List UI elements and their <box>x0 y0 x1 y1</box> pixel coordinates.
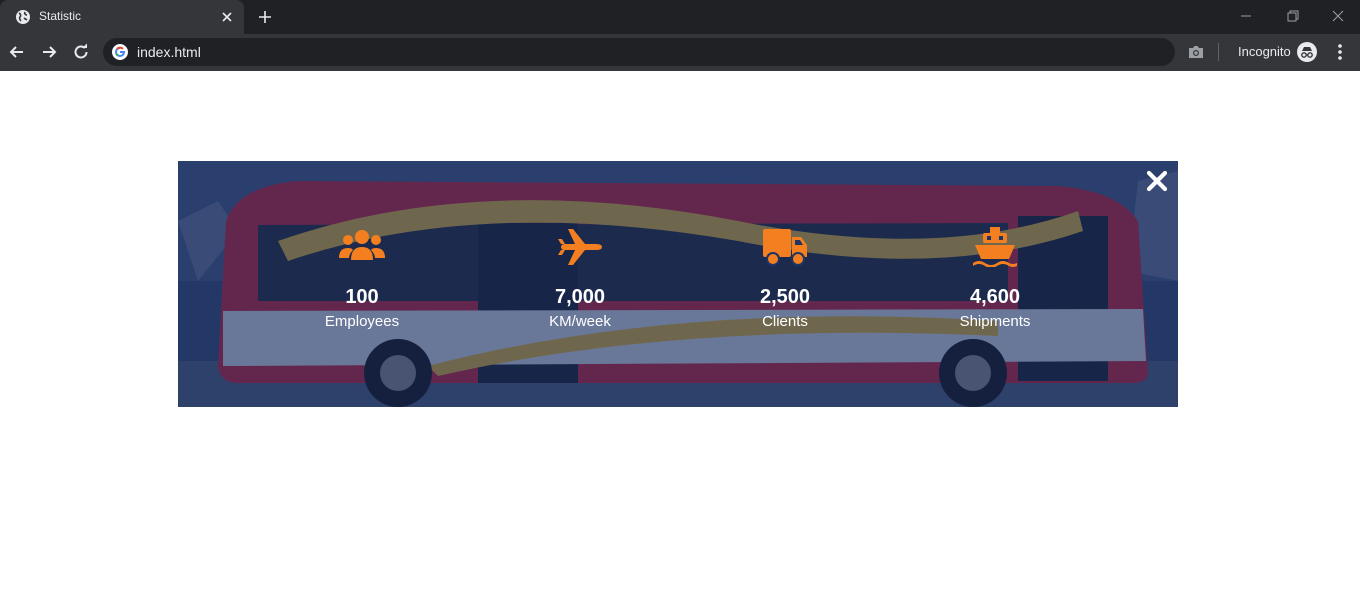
minimize-icon[interactable] <box>1234 5 1258 27</box>
stat-value: 100 <box>345 286 379 308</box>
toolbar-divider <box>1218 43 1219 61</box>
globe-icon <box>16 10 30 24</box>
camera-icon[interactable] <box>1187 44 1205 60</box>
stat-clients: 2,500 Clients <box>695 227 875 331</box>
google-icon <box>112 44 128 60</box>
incognito-label: Incognito <box>1238 44 1291 59</box>
airplane-icon <box>558 229 602 265</box>
stat-label: Shipments <box>959 313 1031 330</box>
users-icon <box>339 230 385 260</box>
stat-value: 7,000 <box>554 286 606 308</box>
statistics-banner: 100 Employees 7,000 KM/week 2,500 Client… <box>178 161 1178 407</box>
url-text: index.html <box>137 44 201 60</box>
new-tab-icon[interactable] <box>256 8 274 26</box>
more-menu-icon[interactable] <box>1332 43 1348 61</box>
close-tab-icon[interactable] <box>219 9 235 25</box>
truck-icon <box>763 229 807 266</box>
address-bar[interactable]: index.html <box>103 38 1175 66</box>
reload-icon[interactable] <box>71 42 91 62</box>
stat-label: KM/week <box>549 313 611 330</box>
stat-value: 4,600 <box>969 286 1021 308</box>
ship-icon <box>973 227 1017 267</box>
stat-value: 2,500 <box>759 286 811 308</box>
incognito-icon[interactable] <box>1297 42 1317 62</box>
stat-km-per-week: 7,000 KM/week <box>490 227 670 331</box>
close-icon[interactable] <box>1146 170 1168 192</box>
back-arrow-icon[interactable] <box>7 42 27 62</box>
stat-label: Employees <box>324 313 400 330</box>
window-close-icon[interactable] <box>1326 5 1350 27</box>
restore-icon[interactable] <box>1280 5 1304 27</box>
tab-title: Statistic <box>39 9 82 23</box>
browser-toolbar: index.html Incognito <box>0 34 1360 71</box>
stat-employees: 100 Employees <box>272 227 452 331</box>
stat-label: Clients <box>762 313 808 330</box>
stat-shipments: 4,600 Shipments <box>905 227 1085 331</box>
browser-tabstrip: Statistic <box>0 0 1360 34</box>
browser-tab[interactable]: Statistic <box>0 0 244 34</box>
forward-arrow-icon[interactable] <box>39 42 59 62</box>
